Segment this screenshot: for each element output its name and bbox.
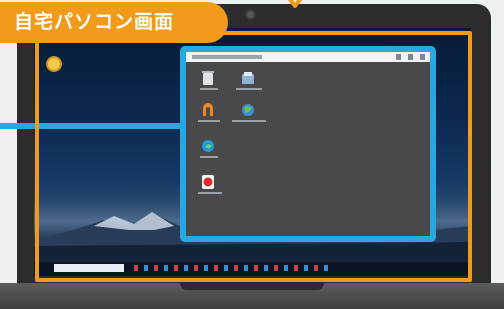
pointer-arrow bbox=[288, 0, 302, 8]
laptop-notch bbox=[180, 283, 324, 290]
home-pc-screen-label: 自宅パソコン画面 bbox=[0, 2, 228, 43]
webcam bbox=[247, 11, 254, 18]
screen-highlight-frame bbox=[35, 31, 472, 282]
